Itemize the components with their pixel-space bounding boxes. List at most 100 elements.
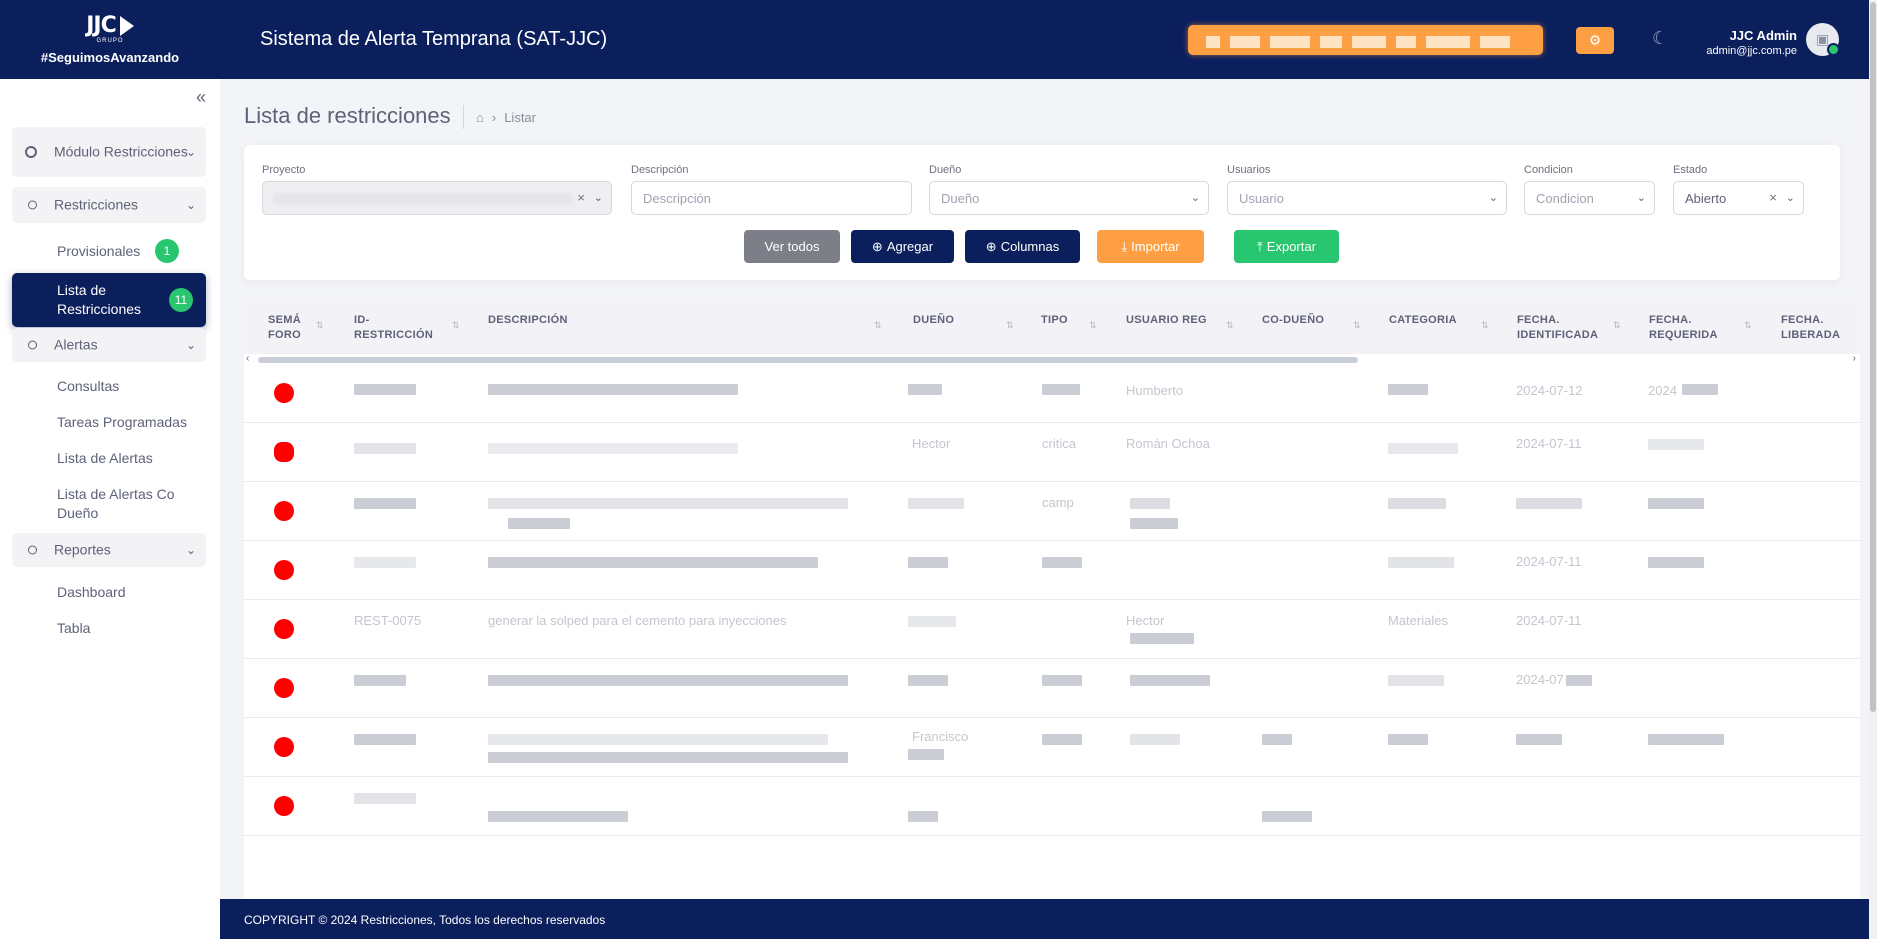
target-icon [25,146,37,158]
sidebar: « Módulo Restricciones ⌄ Restricciones ⌄… [0,79,220,939]
table-row[interactable]: REST-0075 generar la solped para el ceme… [244,601,1860,659]
user-menu[interactable]: JJC Admin admin@jjc.com.pe [1706,28,1797,57]
image-icon: ▣ [1815,31,1830,47]
sort-icon[interactable]: ⇅ [1744,320,1752,331]
col-descripcion[interactable]: DESCRIPCIÓN [488,313,568,328]
table-row[interactable]: 2024-07 [244,660,1860,718]
col-fecha-requerida[interactable]: FECHA. REQUERIDA [1649,313,1734,343]
chevron-down-icon: ⌄ [1785,192,1795,204]
sidebar-item-lista-alertas-codueno[interactable]: Lista de Alertas Co Dueño [57,485,187,523]
restricciones-table: SEMÁ FORO ⇅ ID-RESTRICCIÓN ⇅ DESCRIPCIÓN… [244,303,1860,903]
sidebar-item-lista-restricciones[interactable]: Lista de Restricciones 11 [12,273,206,327]
usuario-cell: Humberto [1126,383,1184,398]
col-id[interactable]: ID-RESTRICCIÓN [354,313,444,343]
sidebar-item-tabla[interactable]: Tabla [57,619,90,638]
condicion-label: Condicion [1524,164,1573,176]
proyecto-select[interactable]: × ⌄ [262,181,612,215]
sidebar-group-modulo[interactable]: Módulo Restricciones ⌄ [12,127,206,177]
sort-icon[interactable]: ⇅ [316,320,324,331]
col-fecha-identificada[interactable]: FECHA. IDENTIFICADA [1517,313,1617,343]
estado-select[interactable]: Abierto × ⌄ [1673,181,1804,215]
sidebar-group-reportes[interactable]: Reportes ⌄ [12,533,206,567]
table-row[interactable]: Francisco [244,719,1860,777]
project-search-input[interactable] [1188,25,1543,55]
scroll-left-icon[interactable]: ‹ [246,353,249,364]
sort-icon[interactable]: ⇅ [452,320,460,331]
col-codueno[interactable]: CO-DUEÑO [1262,313,1324,328]
sidebar-item-consultas[interactable]: Consultas [57,377,119,396]
sidebar-group-label: Restricciones [54,196,139,213]
col-semaforo[interactable]: SEMÁ FORO [268,313,302,343]
semaforo-red-icon [274,501,294,521]
table-row[interactable]: Humberto 2024-07-12 2024 [244,365,1860,423]
horizontal-scrollbar[interactable]: ‹ › [244,353,1860,365]
sort-icon[interactable]: ⇅ [1613,320,1621,331]
settings-button[interactable]: ⚙ [1576,27,1614,54]
importar-button[interactable]: ⤓ Importar [1097,230,1204,263]
chevron-down-icon: ⌄ [185,145,196,159]
vertical-scrollbar[interactable] [1869,0,1877,939]
dueno-label: Dueño [929,164,962,176]
table-row[interactable] [244,778,1860,836]
fecha-identificada-cell: 2024-07-11 [1516,436,1582,451]
dueno-select[interactable]: Dueño ⌄ [929,181,1209,215]
sidebar-item-lista-alertas[interactable]: Lista de Alertas [57,449,153,468]
user-name: JJC Admin [1729,28,1797,43]
descripcion-input[interactable]: Descripción [631,181,912,215]
brand[interactable]: JJC GRUPO #SeguimosAvanzando [0,0,220,79]
sort-icon[interactable]: ⇅ [1226,320,1234,331]
importar-label: Importar [1131,239,1180,254]
vertical-scrollbar-thumb[interactable] [1870,2,1876,712]
col-dueno[interactable]: DUEÑO [913,313,954,328]
copyright-text: COPYRIGHT © 2024 Restricciones, Todos lo… [244,913,606,927]
id-cell: REST-0075 [354,613,422,628]
fecha-identificada-cell: 2024-07-11 [1516,554,1582,569]
sidebar-group-label: Reportes [54,541,111,558]
page-title: Lista de restricciones [244,103,451,128]
collapse-sidebar-icon[interactable]: « [196,87,206,108]
dark-mode-toggle[interactable]: ☾ [1652,28,1668,49]
scroll-right-icon[interactable]: › [1853,353,1856,364]
agregar-button[interactable]: ⊕ Agregar [851,230,954,263]
home-icon[interactable]: ⌂ [476,110,484,125]
tipo-cell: critica [1042,436,1076,451]
avatar[interactable]: ▣ [1806,23,1840,56]
table-row[interactable]: Hector critica Román Ochoa 2024-07-11 [244,424,1860,482]
categoria-cell: Materiales [1388,613,1448,628]
col-fecha-liberada[interactable]: FECHA. LIBERADA [1781,313,1856,343]
brand-tagline: #SeguimosAvanzando [40,49,180,65]
table-row[interactable]: 2024-07-11 [244,542,1860,600]
columnas-button[interactable]: ⊕ Columnas [965,230,1080,263]
plus-circle-icon: ⊕ [871,238,883,254]
exportar-button[interactable]: ⤒ Exportar [1234,230,1339,263]
sidebar-item-label: Lista de Restricciones [57,282,142,317]
col-usuario-reg[interactable]: USUARIO REG [1126,313,1207,328]
table-row[interactable]: camp [244,483,1860,541]
gear-icon: ⚙ [1588,32,1602,48]
ver-todos-button[interactable]: Ver todos [744,230,840,263]
chevron-down-icon: ⌄ [1190,192,1200,204]
sidebar-group-restricciones[interactable]: Restricciones ⌄ [12,187,206,223]
clear-icon[interactable]: × [577,190,585,205]
col-categoria[interactable]: CATEGORIA [1389,313,1457,328]
clear-icon[interactable]: × [1769,190,1777,205]
sidebar-item-provisionales[interactable]: Provisionales [57,242,140,261]
scrollbar-thumb[interactable] [258,357,1358,363]
sort-icon[interactable]: ⇅ [1006,320,1014,331]
col-tipo[interactable]: TIPO [1041,313,1068,328]
proyecto-label: Proyecto [262,164,306,176]
descripcion-cell: generar la solped para el cemento para i… [488,613,787,628]
circle-icon [28,340,37,350]
usuarios-select[interactable]: Usuario ⌄ [1227,181,1507,215]
main-content: Lista de restricciones ⌂ › Listar Proyec… [220,79,1877,903]
chevron-down-icon: ⌄ [1636,192,1646,204]
sort-icon[interactable]: ⇅ [1089,320,1097,331]
sidebar-item-dashboard[interactable]: Dashboard [57,583,126,602]
sort-icon[interactable]: ⇅ [1353,320,1361,331]
sidebar-group-alertas[interactable]: Alertas ⌄ [12,328,206,362]
sidebar-item-tareas[interactable]: Tareas Programadas [57,413,187,432]
sort-icon[interactable]: ⇅ [874,320,882,331]
sort-icon[interactable]: ⇅ [1481,320,1489,331]
ver-todos-label: Ver todos [764,239,820,254]
condicion-select[interactable]: Condicion ⌄ [1524,181,1655,215]
